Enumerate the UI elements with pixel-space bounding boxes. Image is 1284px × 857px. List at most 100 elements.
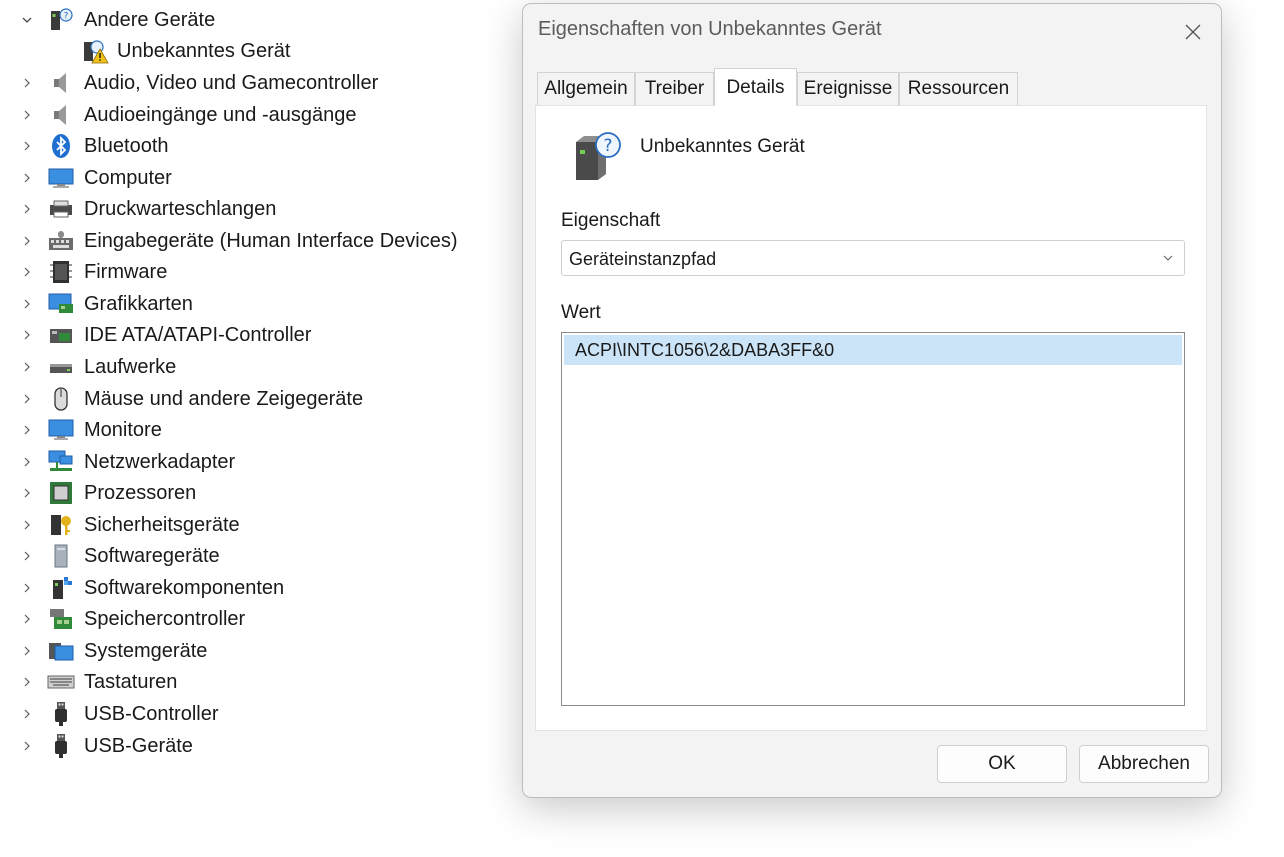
- tree-category-label: Computer: [84, 166, 172, 189]
- property-select-value: Geräteinstanzpfad: [569, 249, 717, 269]
- tree-category-label: Tastaturen: [84, 671, 178, 694]
- tree-category-label: Bluetooth: [84, 135, 169, 158]
- tree-category-label: Softwarekomponenten: [84, 576, 285, 599]
- property-select[interactable]: Geräteinstanzpfad: [561, 240, 1185, 276]
- disk-drive-icon: [46, 352, 76, 382]
- tab-details[interactable]: Details: [714, 68, 797, 106]
- tree-category[interactable]: Eingabegeräte (Human Interface Devices): [0, 226, 520, 256]
- tree-category[interactable]: Computer: [0, 163, 520, 193]
- chevron-right-icon[interactable]: [20, 100, 34, 130]
- tree-category[interactable]: Sicherheitsgeräte: [0, 510, 520, 540]
- usb-icon: [46, 731, 76, 761]
- tree-category-label: Druckwarteschlangen: [84, 198, 277, 221]
- tree-category[interactable]: Grafikkarten: [0, 289, 520, 319]
- system-devices-icon: [46, 636, 76, 666]
- tree-category[interactable]: Netzwerkadapter: [0, 447, 520, 477]
- tab-allgemein[interactable]: Allgemein: [537, 72, 635, 105]
- details-panel: ? Unbekanntes Gerät Eigenschaft Gerätein…: [535, 105, 1207, 731]
- value-text: ACPI\INTC1056\2&DABA3FF&0: [575, 340, 835, 360]
- tree-category-label: Audioeingänge und -ausgänge: [84, 103, 357, 126]
- chevron-right-icon[interactable]: [20, 667, 34, 697]
- tree-category[interactable]: Softwarekomponenten: [0, 573, 520, 603]
- tree-category-label: Speichercontroller: [84, 608, 246, 631]
- tree-category[interactable]: Systemgeräte: [0, 636, 520, 666]
- tree-category[interactable]: Audio, Video und Gamecontroller: [0, 68, 520, 98]
- software-device-icon: [46, 541, 76, 571]
- chevron-right-icon[interactable]: [20, 415, 34, 445]
- tree-item-label: Unbekanntes Gerät: [117, 40, 291, 62]
- warning-device-icon: [80, 36, 110, 66]
- tree-category[interactable]: USB-Controller: [0, 699, 520, 729]
- chevron-right-icon[interactable]: [20, 257, 34, 287]
- tree-category[interactable]: Mäuse und andere Zeigegeräte: [0, 384, 520, 414]
- tree-category-label: Softwaregeräte: [84, 545, 220, 568]
- tree-category[interactable]: Tastaturen: [0, 667, 520, 697]
- tree-category-label: Mäuse und andere Zeigegeräte: [84, 387, 364, 410]
- tree-category-label: IDE ATA/ATAPI-Controller: [84, 324, 312, 347]
- chevron-right-icon[interactable]: [20, 478, 34, 508]
- chevron-right-icon[interactable]: [20, 573, 34, 603]
- property-label: Eigenschaft: [561, 210, 661, 231]
- chevron-right-icon[interactable]: [20, 447, 34, 477]
- printer-icon: [46, 194, 76, 224]
- chevron-right-icon[interactable]: [20, 731, 34, 761]
- value-label: Wert: [561, 302, 601, 323]
- tree-category[interactable]: Bluetooth: [0, 131, 520, 161]
- svg-text:?: ?: [64, 12, 69, 22]
- mouse-icon: [46, 384, 76, 414]
- chevron-right-icon[interactable]: [20, 510, 34, 540]
- chevron-right-icon[interactable]: [20, 194, 34, 224]
- tree-category[interactable]: Speichercontroller: [0, 604, 520, 634]
- tree-category-label: Grafikkarten: [84, 292, 193, 315]
- tree-category[interactable]: IDE ATA/ATAPI-Controller: [0, 320, 520, 350]
- chevron-right-icon[interactable]: [20, 68, 34, 98]
- chevron-right-icon[interactable]: [20, 384, 34, 414]
- tree-category[interactable]: Monitore: [0, 415, 520, 445]
- tree-category[interactable]: Druckwarteschlangen: [0, 194, 520, 224]
- computer-icon: [46, 163, 76, 193]
- tree-category-label: Monitore: [84, 419, 162, 442]
- chevron-right-icon[interactable]: [20, 131, 34, 161]
- chevron-right-icon[interactable]: [20, 163, 34, 193]
- tab-ressourcen[interactable]: Ressourcen: [899, 72, 1018, 105]
- tree-category[interactable]: Firmware: [0, 257, 520, 287]
- tree-item-unbekanntes-geraet[interactable]: Unbekanntes Gerät: [0, 36, 520, 66]
- chevron-right-icon[interactable]: [20, 289, 34, 319]
- chevron-down-icon: [1163, 255, 1173, 261]
- close-icon: [1185, 24, 1201, 40]
- chevron-right-icon[interactable]: [20, 604, 34, 634]
- network-adapter-icon: [46, 447, 76, 477]
- tree-category[interactable]: USB-Geräte: [0, 731, 520, 761]
- tree-category-label: USB-Geräte: [84, 734, 193, 757]
- processor-icon: [46, 478, 76, 508]
- chevron-right-icon[interactable]: [20, 636, 34, 666]
- value-listbox[interactable]: ACPI\INTC1056\2&DABA3FF&0: [561, 332, 1185, 706]
- tree-category[interactable]: Prozessoren: [0, 478, 520, 508]
- tab-ereignisse[interactable]: Ereignisse: [797, 72, 899, 105]
- chevron-right-icon[interactable]: [20, 320, 34, 350]
- dialog-title: Eigenschaften von Unbekanntes Gerät: [538, 18, 882, 40]
- chevron-right-icon[interactable]: [20, 541, 34, 571]
- device-tree: ? Andere Geräte Unbekanntes Gerät Audio,…: [0, 0, 520, 857]
- chevron-right-icon[interactable]: [20, 352, 34, 382]
- unknown-device-icon: ?: [576, 132, 621, 180]
- device-name: Unbekanntes Gerät: [640, 136, 805, 157]
- ok-button[interactable]: OK: [937, 745, 1067, 783]
- tree-category-label: Eingabegeräte (Human Interface Devices): [84, 229, 458, 252]
- chevron-down-icon[interactable]: [20, 5, 34, 35]
- tree-category[interactable]: Laufwerke: [0, 352, 520, 382]
- chevron-right-icon[interactable]: [20, 699, 34, 729]
- unknown-device-icon: ?: [46, 5, 76, 35]
- display-adapter-icon: [46, 289, 76, 319]
- cancel-button[interactable]: Abbrechen: [1079, 745, 1209, 783]
- tab-treiber[interactable]: Treiber: [635, 72, 714, 105]
- tree-category[interactable]: Audioeingänge und -ausgänge: [0, 100, 520, 130]
- close-button[interactable]: [1179, 18, 1207, 46]
- tree-category-label: Andere Geräte: [84, 9, 216, 31]
- tree-category-andere-geraete[interactable]: ? Andere Geräte: [0, 5, 520, 35]
- tree-category[interactable]: Softwaregeräte: [0, 541, 520, 571]
- storage-controller-icon: [46, 604, 76, 634]
- keyboard-icon: [46, 667, 76, 697]
- value-list-item[interactable]: ACPI\INTC1056\2&DABA3FF&0: [564, 335, 1182, 365]
- chevron-right-icon[interactable]: [20, 226, 34, 256]
